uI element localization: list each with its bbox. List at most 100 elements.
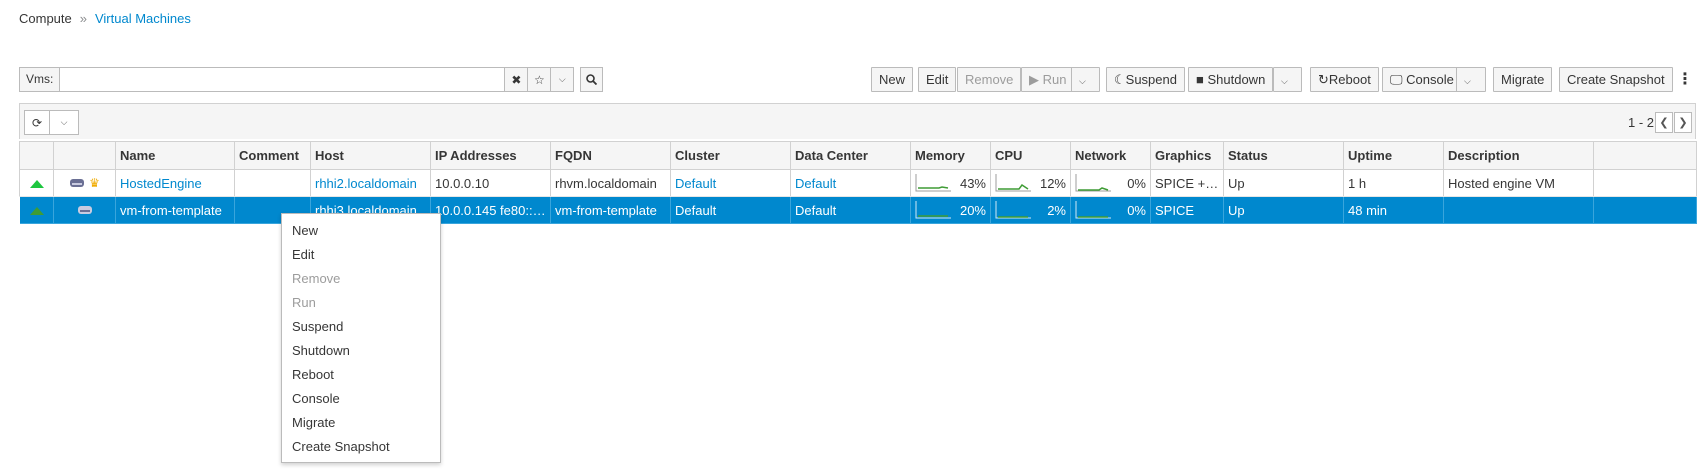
context-menu: New Edit Remove Run Suspend Shutdown Reb…: [281, 213, 441, 463]
context-menu-migrate[interactable]: Migrate: [282, 411, 440, 435]
star-icon: ☆: [533, 72, 545, 87]
context-menu-shutdown[interactable]: Shutdown: [282, 339, 440, 363]
vm-name-link[interactable]: vm-from-template: [120, 203, 222, 218]
column-header-network[interactable]: Network: [1070, 141, 1151, 170]
bookmark-dropdown[interactable]: ⌵: [551, 67, 575, 92]
memory-value: 43%: [959, 175, 986, 191]
context-menu-reboot[interactable]: Reboot: [282, 363, 440, 387]
edit-button[interactable]: Edit: [918, 67, 957, 92]
vm-memory: 43%: [910, 169, 991, 197]
run-label: Run: [1042, 72, 1067, 87]
host-link[interactable]: rhhi2.localdomain: [315, 176, 417, 191]
vm-graphics: SPICE: [1150, 196, 1224, 224]
chevron-down-icon: ⌵: [558, 74, 566, 84]
breadcrumb-virtual-machines[interactable]: Virtual Machines: [95, 11, 191, 26]
column-header-cpu[interactable]: CPU: [990, 141, 1071, 170]
refresh-icon: ⟳: [31, 115, 43, 130]
column-header-cluster[interactable]: Cluster: [670, 141, 791, 170]
vm-datacenter[interactable]: Default: [790, 169, 911, 197]
suspend-button[interactable]: ☾Suspend: [1106, 67, 1185, 92]
search-bar: Vms: ✖ ☆ ⌵: [19, 67, 604, 92]
vm-datacenter[interactable]: Default: [790, 196, 911, 224]
cluster-link[interactable]: Default: [675, 176, 716, 191]
vm-graphics: SPICE + V...: [1150, 169, 1224, 197]
vm-name[interactable]: vm-from-template: [115, 196, 235, 224]
vm-cluster[interactable]: Default: [670, 169, 791, 197]
context-menu-new[interactable]: New: [282, 219, 440, 243]
cpu-value: 12%: [1039, 175, 1066, 191]
vm-ip: 10.0.0.10: [430, 169, 551, 197]
run-button[interactable]: ▶ Run: [1021, 67, 1075, 92]
network-sparkline: [1075, 201, 1111, 219]
stop-icon: ■: [1196, 72, 1204, 87]
vm-cluster[interactable]: Default: [670, 196, 791, 224]
vm-comment: [234, 169, 311, 197]
context-menu-run[interactable]: Run: [282, 291, 440, 315]
monitor-icon: 🖵: [1390, 72, 1403, 87]
column-header: [19, 141, 54, 170]
column-header-fqdn[interactable]: FQDN: [550, 141, 671, 170]
console-dropdown[interactable]: ⌵: [1456, 67, 1486, 92]
console-button[interactable]: 🖵 Console: [1382, 67, 1462, 92]
search-label: Vms:: [19, 67, 61, 92]
next-page-button[interactable]: ❯: [1674, 112, 1692, 133]
cluster-link[interactable]: Default: [675, 203, 716, 218]
shutdown-label: Shutdown: [1207, 72, 1266, 87]
vm-icon: [70, 179, 85, 187]
moon-icon: ☾: [1114, 72, 1126, 87]
table-row[interactable]: ♛ HostedEngine rhhi2.localdomain 10.0.0.…: [19, 169, 1697, 197]
vm-uptime: 1 h: [1343, 169, 1444, 197]
context-menu-edit[interactable]: Edit: [282, 243, 440, 267]
chevron-right-icon: ❯: [1678, 117, 1688, 129]
vm-name-link[interactable]: HostedEngine: [120, 176, 202, 191]
column-header-graphics[interactable]: Graphics: [1150, 141, 1224, 170]
search-button[interactable]: [580, 67, 604, 92]
context-menu-create-snapshot[interactable]: Create Snapshot: [282, 435, 440, 459]
search-icon: [586, 74, 598, 85]
migrate-button[interactable]: Migrate: [1493, 67, 1553, 92]
search-input[interactable]: [60, 67, 506, 92]
memory-sparkline: [915, 174, 951, 192]
vm-cpu: 2%: [990, 196, 1071, 224]
chevron-down-icon: ⌵: [1079, 76, 1086, 86]
column-header-status[interactable]: Status: [1223, 141, 1344, 170]
breadcrumb-separator: »: [79, 11, 87, 26]
bookmark-button[interactable]: ☆: [528, 67, 552, 92]
remove-button[interactable]: Remove: [957, 67, 1022, 92]
breadcrumb-compute[interactable]: Compute: [19, 11, 72, 26]
column-header-uptime[interactable]: Uptime: [1343, 141, 1444, 170]
clear-search-button[interactable]: ✖: [505, 67, 529, 92]
status-cell: [19, 196, 54, 224]
shutdown-dropdown[interactable]: ⌵: [1273, 67, 1302, 92]
vm-cpu: 12%: [990, 169, 1071, 197]
column-header-comment[interactable]: Comment: [234, 141, 311, 170]
vm-host[interactable]: rhhi2.localdomain: [310, 169, 431, 197]
vm-table: Name Comment Host IP Addresses FQDN Clus…: [19, 141, 1697, 224]
column-header-datacenter[interactable]: Data Center: [790, 141, 911, 170]
column-header-memory[interactable]: Memory: [910, 141, 991, 170]
vm-uptime: 48 min: [1343, 196, 1444, 224]
vm-description: [1443, 196, 1594, 224]
context-menu-remove[interactable]: Remove: [282, 267, 440, 291]
vm-name[interactable]: HostedEngine: [115, 169, 235, 197]
vm-network: 0%: [1070, 196, 1151, 224]
context-menu-suspend[interactable]: Suspend: [282, 315, 440, 339]
shutdown-button[interactable]: ■ Shutdown: [1188, 67, 1274, 92]
refresh-dropdown[interactable]: ⌵: [50, 110, 79, 135]
type-cell: ♛: [53, 169, 116, 197]
column-header-name[interactable]: Name: [115, 141, 235, 170]
datacenter-link[interactable]: Default: [795, 203, 836, 218]
datacenter-link[interactable]: Default: [795, 176, 836, 191]
create-snapshot-button[interactable]: Create Snapshot: [1559, 67, 1673, 92]
column-header-description[interactable]: Description: [1443, 141, 1594, 170]
column-header-ip[interactable]: IP Addresses: [430, 141, 551, 170]
context-menu-console[interactable]: Console: [282, 387, 440, 411]
reboot-button[interactable]: ↻Reboot: [1310, 67, 1379, 92]
table-row[interactable]: vm-from-template rhhi3.localdomain 10.0.…: [19, 196, 1697, 224]
column-header-host[interactable]: Host: [310, 141, 431, 170]
kebab-menu-icon[interactable]: ⋮: [1677, 67, 1693, 92]
new-button[interactable]: New: [871, 67, 914, 92]
run-dropdown[interactable]: ⌵: [1071, 67, 1100, 92]
refresh-button[interactable]: ⟳: [24, 110, 50, 135]
previous-page-button[interactable]: ❮: [1655, 112, 1673, 133]
